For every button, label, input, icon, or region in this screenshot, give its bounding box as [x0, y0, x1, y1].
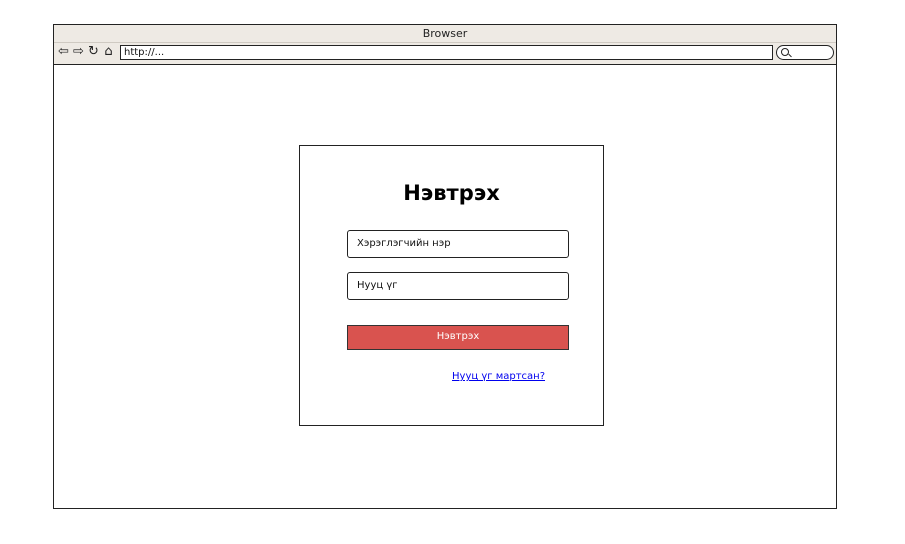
login-card: Нэвтрэх Хэрэглэгчийн нэр Нууц үг Нэвтрэх… — [299, 145, 604, 426]
forgot-password-link[interactable]: Нууц үг мартсан? — [452, 371, 545, 382]
forward-icon[interactable]: ⇨ — [72, 45, 85, 59]
login-title: Нэвтрэх — [403, 181, 500, 205]
browser-toolbar: ⇦ ⇨ ↻ ⌂ http://... — [54, 43, 836, 65]
back-icon[interactable]: ⇦ — [57, 45, 70, 59]
browser-search-input[interactable] — [776, 45, 834, 60]
search-icon — [781, 48, 789, 56]
home-icon[interactable]: ⌂ — [102, 45, 115, 59]
password-field[interactable]: Нууц үг — [347, 272, 569, 300]
username-field[interactable]: Хэрэглэгчийн нэр — [347, 230, 569, 258]
address-bar[interactable]: http://... — [120, 45, 773, 60]
login-button[interactable]: Нэвтрэх — [347, 325, 569, 350]
browser-titlebar: Browser — [54, 25, 836, 43]
browser-title: Browser — [422, 27, 468, 40]
reload-icon[interactable]: ↻ — [87, 45, 100, 59]
